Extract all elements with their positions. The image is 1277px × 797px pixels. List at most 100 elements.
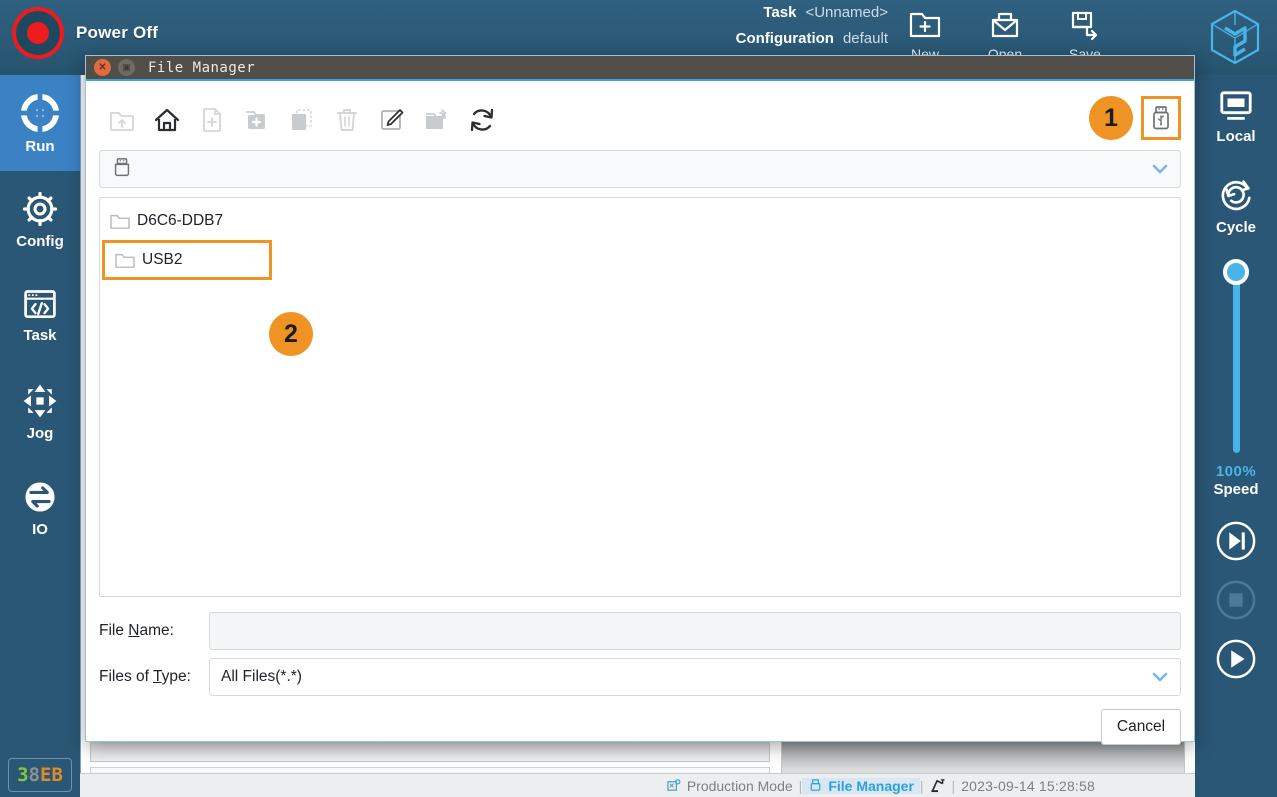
chevron-down-icon[interactable] xyxy=(1140,151,1180,187)
usb-device-button[interactable] xyxy=(1141,96,1181,140)
file-name-label: File Name: xyxy=(99,622,209,640)
folder-icon xyxy=(110,214,130,229)
corner-badge-part1: 3 xyxy=(17,764,29,786)
new-button[interactable]: New xyxy=(885,4,965,62)
right-sidebar: Local Cycle 100% Speed xyxy=(1195,75,1277,797)
parent-folder-button[interactable] xyxy=(99,97,144,143)
file-row-label: USB2 xyxy=(142,251,183,268)
status-robot-icon-wrap[interactable] xyxy=(924,778,952,793)
open-folder-icon xyxy=(425,109,446,129)
header-actions: New Open Save xyxy=(885,4,1125,62)
power-off-control[interactable]: Power Off xyxy=(12,7,158,59)
speed-slider-knob[interactable] xyxy=(1223,259,1249,285)
speed-slider[interactable]: 100% Speed xyxy=(1195,259,1277,498)
corner-badge-part2: 8 xyxy=(28,764,40,786)
sidebar-item-config[interactable]: Config xyxy=(0,171,80,267)
sidebar-item-io[interactable]: IO xyxy=(0,459,80,555)
sidebar-item-jog[interactable]: Jog xyxy=(0,363,80,459)
refresh-button[interactable] xyxy=(459,97,504,143)
file-type-label-key: T xyxy=(153,668,162,685)
left-sidebar: Run Config Task Jog IO xyxy=(0,75,80,797)
play-button[interactable] xyxy=(1215,638,1257,680)
open-envelope-icon xyxy=(991,12,1019,38)
file-name-row: File Name: xyxy=(99,611,1181,651)
move-arrows-icon xyxy=(23,384,57,418)
add-folder-icon xyxy=(245,111,265,129)
production-mode-icon xyxy=(667,779,681,791)
power-dot-icon xyxy=(27,22,49,44)
code-window-icon xyxy=(24,290,56,319)
usb-stick-icon xyxy=(810,779,821,791)
edit-pencil-icon xyxy=(380,109,403,130)
dialog-title-label: File Manager xyxy=(148,59,256,76)
dialog-footer: Cancel xyxy=(99,709,1181,745)
status-window-label: File Manager xyxy=(828,777,914,794)
usb-stick-icon xyxy=(114,158,130,177)
sidebar-item-local-label: Local xyxy=(1216,128,1256,145)
task-info-block: Task <Unnamed> Configuration default xyxy=(648,4,888,47)
sidebar-item-jog-label: Jog xyxy=(26,425,54,442)
brand-logo xyxy=(1207,8,1263,71)
cycle-refresh-icon xyxy=(1221,179,1251,210)
stop-button[interactable] xyxy=(1215,579,1257,621)
file-type-select[interactable]: All Files(*.*) xyxy=(209,658,1181,696)
sidebar-item-run[interactable]: Run xyxy=(0,75,80,171)
new-folder-icon xyxy=(909,12,941,38)
file-name-input[interactable] xyxy=(209,612,1181,650)
sidebar-item-local[interactable]: Local xyxy=(1195,75,1277,146)
annotation-badge-2-label: 2 xyxy=(284,319,298,348)
chevron-down-icon[interactable] xyxy=(1140,659,1180,695)
configuration-row: Configuration default xyxy=(648,30,888,47)
open-button[interactable]: Open xyxy=(965,4,1045,62)
sidebar-item-task[interactable]: Task xyxy=(0,267,80,363)
open-folder-button[interactable] xyxy=(414,97,459,143)
cancel-button[interactable]: Cancel xyxy=(1101,709,1181,745)
corner-code-badge: 3 8 EB xyxy=(8,758,72,792)
task-key-label: Task xyxy=(763,4,797,21)
monitor-icon xyxy=(1220,91,1252,120)
cube-logo-icon xyxy=(1210,9,1260,65)
save-button[interactable]: Save xyxy=(1045,4,1125,62)
step-forward-button[interactable] xyxy=(1215,520,1257,562)
close-icon[interactable]: ✕ xyxy=(94,59,111,76)
status-production-mode[interactable]: Production Mode xyxy=(661,778,799,794)
power-off-button[interactable] xyxy=(12,7,64,59)
file-row[interactable]: D6C6-DDB7 xyxy=(100,202,1180,240)
file-type-row: Files of Type: All Files(*.*) xyxy=(99,657,1181,697)
task-row: Task <Unnamed> xyxy=(648,4,888,21)
file-type-select-value: All Files(*.*) xyxy=(221,668,302,685)
status-window-filemanager[interactable]: File Manager xyxy=(802,777,920,794)
task-value-label: <Unnamed> xyxy=(805,4,888,21)
file-row-label: D6C6-DDB7 xyxy=(137,212,224,229)
delete-button[interactable] xyxy=(324,97,369,143)
rename-button[interactable] xyxy=(369,97,414,143)
sidebar-item-config-label: Config xyxy=(16,233,64,250)
home-icon xyxy=(154,108,179,132)
annotation-badge-1: 1 xyxy=(1089,96,1133,140)
sidebar-item-cycle-label: Cycle xyxy=(1215,218,1257,236)
path-combobox[interactable] xyxy=(99,150,1181,188)
run-target-icon xyxy=(19,92,61,134)
dialog-titlebar[interactable]: ✕ ▣ File Manager xyxy=(86,56,1194,81)
io-exchange-icon xyxy=(25,482,55,512)
file-list[interactable]: D6C6-DDB7 USB2 xyxy=(99,197,1181,597)
file-type-label-post: ype: xyxy=(161,668,191,685)
speed-slider-track[interactable] xyxy=(1223,259,1249,453)
new-file-icon xyxy=(202,108,221,132)
sidebar-item-task-label: Task xyxy=(23,327,57,344)
app-root: Show WayPoint Production Mode | File Ma xyxy=(0,0,1277,797)
file-row-usb2[interactable]: USB2 xyxy=(102,240,272,280)
home-button[interactable] xyxy=(144,97,189,143)
speed-value-label: 100% xyxy=(1215,463,1257,480)
maximize-icon[interactable]: ▣ xyxy=(118,59,135,76)
file-name-label-key: N xyxy=(128,622,140,639)
new-file-button[interactable] xyxy=(189,97,234,143)
copy-button[interactable] xyxy=(279,97,324,143)
file-manager-dialog: ✕ ▣ File Manager 1 D6C6-DDB7 USB2 File N… xyxy=(85,55,1195,745)
dialog-body: 1 D6C6-DDB7 USB2 File Name: Files of Typ… xyxy=(86,81,1194,745)
new-folder-button[interactable] xyxy=(234,97,279,143)
file-name-label-post: ame: xyxy=(139,622,174,639)
sidebar-item-cycle[interactable]: Cycle xyxy=(1195,162,1277,237)
copy-icon xyxy=(291,109,312,130)
annotation-badge-2: 2 xyxy=(269,312,313,356)
